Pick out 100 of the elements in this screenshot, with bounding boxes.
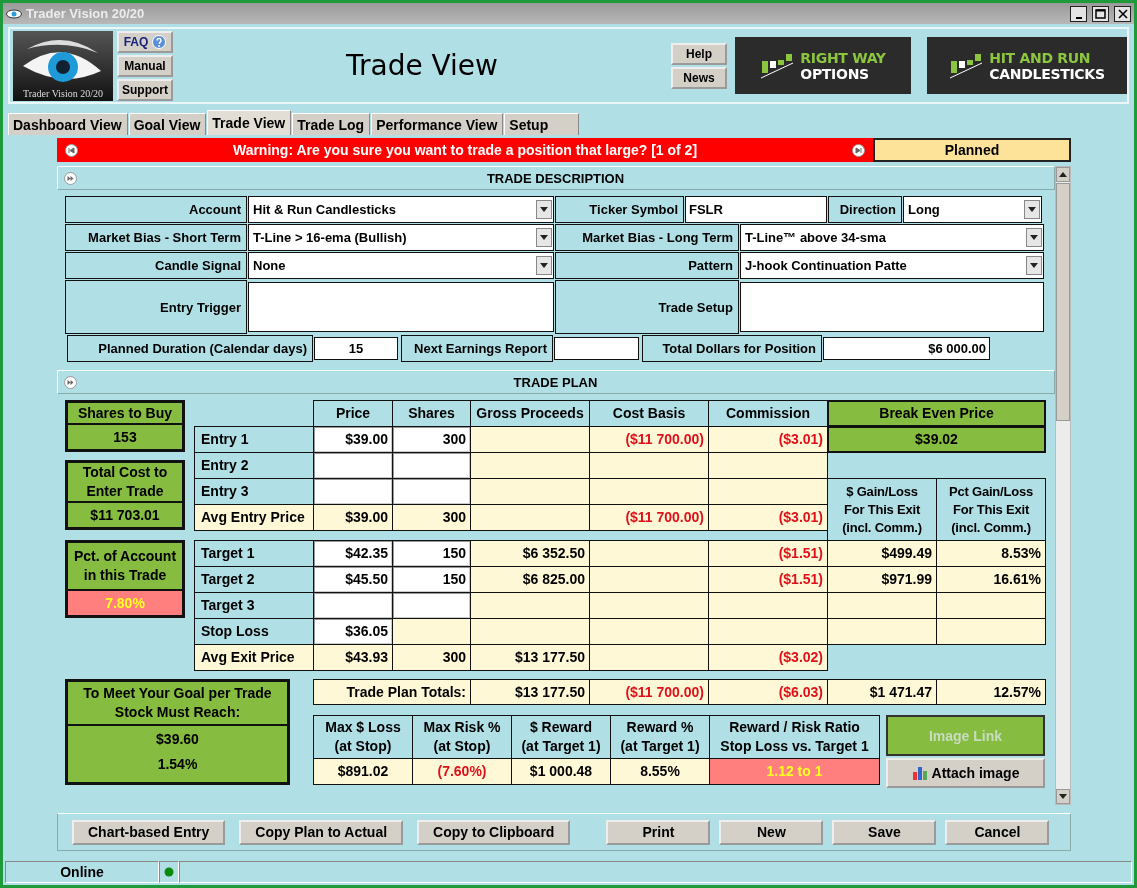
dropdown-field[interactable]: Hit & Run Candlesticks (248, 196, 554, 223)
input-field[interactable]: FSLR (685, 196, 827, 223)
banner-title: RIGHT WAY (800, 49, 886, 66)
header-button[interactable]: News (671, 66, 727, 89)
goal-label: To Meet Your Goal per Trade Stock Must Reach: (68, 682, 287, 726)
page-title: Trade View (345, 49, 499, 82)
text-area[interactable] (248, 282, 554, 332)
field-label: Total Dollars for Position (642, 335, 822, 362)
table-cell: 16.61% (936, 566, 1046, 593)
table-cell: ($11 700.00) (589, 426, 709, 453)
input-field[interactable]: $45.50 (313, 566, 393, 593)
text-area[interactable] (740, 282, 1044, 332)
summary-value: 7.80% (68, 591, 182, 615)
column-header: Pct Gain/Loss For This Exit (incl. Comm.) (936, 478, 1046, 541)
dropdown-field[interactable]: J-hook Continuation Patte (740, 252, 1044, 279)
input-field[interactable] (313, 478, 393, 505)
field-label: Planned Duration (Calendar days) (67, 335, 313, 362)
row-label: Avg Exit Price (194, 644, 314, 671)
input-field[interactable]: 150 (392, 566, 471, 593)
maximize-button[interactable] (1092, 5, 1109, 22)
tab[interactable]: Setup (504, 113, 580, 135)
input-field[interactable] (392, 478, 471, 505)
next-icon[interactable] (852, 143, 865, 157)
trade-status: Planned (873, 138, 1071, 162)
dropdown-field[interactable]: T-Line™ above 34-sma (740, 224, 1044, 251)
tab[interactable]: Dashboard View (8, 113, 128, 135)
input-field[interactable] (554, 337, 639, 360)
footer-button[interactable]: Save (832, 819, 937, 845)
goal-price: $39.60 (155, 729, 200, 749)
close-icon (1117, 8, 1128, 19)
input-field[interactable] (313, 452, 393, 479)
input-field[interactable]: $42.35 (313, 540, 393, 567)
help-menu-button[interactable]: Support (117, 78, 173, 101)
caret-icon[interactable] (1030, 235, 1038, 240)
banner-subtitle: OPTIONS (800, 65, 870, 82)
row-label: Avg Entry Price (194, 504, 314, 531)
logo-caption: Trader Vision 20/20 (22, 87, 104, 99)
caret-icon[interactable] (540, 207, 548, 212)
promo-banner[interactable]: HIT AND RUN CANDLESTICKS (927, 37, 1127, 94)
attach-image-button[interactable]: Attach image (886, 758, 1045, 788)
tab[interactable]: Trade Log (292, 113, 371, 135)
footer-button[interactable]: Print (606, 819, 711, 845)
footer-button[interactable]: Copy Plan to Actual (239, 819, 404, 845)
caret-icon[interactable] (540, 235, 548, 240)
field-label: Next Earnings Report (401, 335, 553, 362)
table-cell: ($3.01) (708, 504, 828, 531)
input-field[interactable]: $6 000.00 (823, 337, 990, 360)
help-icon (152, 34, 167, 49)
input-field[interactable]: $39.00 (313, 426, 393, 453)
section-title: TRADE DESCRIPTION (485, 170, 626, 186)
close-button[interactable] (1114, 5, 1131, 22)
table-cell: ($11 700.00) (589, 504, 709, 531)
metric-value: 1.12 to 1 (709, 758, 880, 785)
input-field[interactable]: 150 (392, 540, 471, 567)
metric-value: $891.02 (313, 758, 413, 785)
field-label: Direction (828, 196, 902, 223)
scroll-down-icon[interactable] (1059, 794, 1067, 799)
help-menu-button[interactable]: FAQ (117, 30, 173, 53)
minimize-icon (1075, 16, 1082, 19)
field-label: Account (65, 196, 247, 223)
row-label: Entry 1 (194, 426, 314, 453)
input-field[interactable] (313, 592, 393, 619)
caret-icon[interactable] (1030, 263, 1038, 268)
caret-icon[interactable] (1028, 207, 1036, 212)
field-label: Ticker Symbol (555, 196, 684, 223)
dropdown-field[interactable]: T-Line > 16-ema (Bullish) (248, 224, 554, 251)
input-field[interactable] (392, 592, 471, 619)
input-field[interactable]: 300 (392, 426, 471, 453)
caret-icon[interactable] (540, 263, 548, 268)
scroll-up-icon[interactable] (1059, 172, 1067, 177)
footer-button[interactable]: Copy to Clipboard (417, 819, 571, 845)
dropdown-field[interactable]: None (248, 252, 554, 279)
table-cell: ($11 700.00) (589, 679, 709, 705)
tab[interactable]: Goal View (128, 113, 207, 135)
vertical-scrollbar[interactable] (1055, 166, 1071, 805)
minimize-button[interactable] (1070, 5, 1087, 22)
section-title: TRADE PLAN (512, 374, 599, 390)
expand-icon[interactable] (64, 171, 77, 185)
goal-percent: 1.54% (156, 754, 199, 774)
footer-button[interactable]: Chart-based Entry (72, 819, 226, 845)
tab[interactable]: Trade View (207, 110, 292, 135)
table-cell: $499.49 (827, 540, 937, 567)
bar-chart-icon (911, 765, 928, 781)
previous-icon[interactable] (65, 143, 78, 157)
help-menu-button[interactable]: Manual (117, 54, 173, 77)
promo-banner[interactable]: RIGHT WAY OPTIONS (735, 37, 911, 94)
footer-button[interactable]: Cancel (945, 819, 1050, 845)
totals-label: Trade Plan Totals: (313, 679, 471, 705)
input-field[interactable] (392, 452, 471, 479)
expand-icon[interactable] (64, 375, 77, 389)
header-button[interactable]: Help (671, 42, 727, 65)
table-cell: ($3.01) (708, 426, 828, 453)
metric-value: $1 000.48 (511, 758, 611, 785)
dropdown-field[interactable]: Long (903, 196, 1042, 223)
tab[interactable]: Performance View (371, 113, 504, 135)
input-field[interactable]: $36.05 (313, 618, 393, 645)
input-field[interactable]: 15 (314, 337, 398, 360)
eye-icon (6, 7, 22, 20)
field-label: Trade Setup (555, 280, 739, 334)
footer-button[interactable]: New (719, 819, 824, 845)
